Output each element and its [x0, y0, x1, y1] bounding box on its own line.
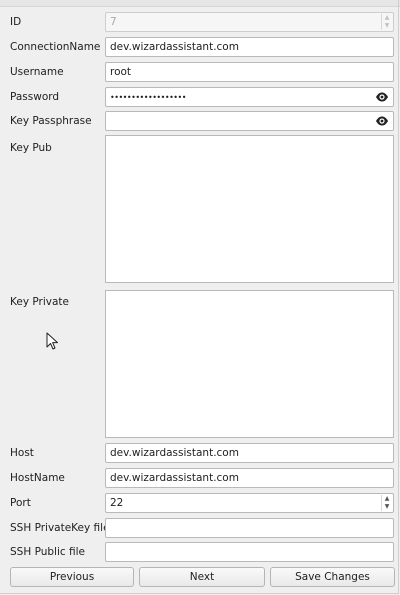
save-changes-button[interactable]: Save Changes — [270, 567, 395, 587]
ssh-public-file-input[interactable] — [105, 542, 394, 562]
password-label: Password — [10, 91, 60, 103]
host-label: Host — [10, 447, 34, 459]
host-name-label: HostName — [10, 472, 65, 484]
previous-button[interactable]: Previous — [10, 567, 134, 587]
username-input[interactable]: root — [105, 62, 394, 82]
username-label: Username — [10, 66, 64, 78]
id-spin-buttons: ▲ ▼ — [381, 14, 392, 30]
eye-icon[interactable] — [375, 91, 389, 103]
ssh-public-file-label: SSH Public file — [10, 546, 85, 558]
chevron-up-icon[interactable]: ▲ — [382, 495, 392, 503]
id-label: ID — [10, 16, 22, 28]
key-passphrase-input[interactable] — [105, 111, 394, 131]
key-passphrase-label: Key Passphrase — [10, 115, 92, 127]
chevron-down-icon: ▼ — [384, 22, 390, 29]
ssh-private-key-file-label: SSH PrivateKey file — [10, 522, 110, 534]
port-label: Port — [10, 497, 31, 509]
host-input[interactable]: dev.wizardassistant.com — [105, 443, 394, 463]
port-spin-buttons: ▲ ▼ — [381, 495, 392, 511]
key-pub-label: Key Pub — [10, 142, 52, 154]
connection-name-input[interactable]: dev.wizardassistant.com — [105, 37, 394, 57]
key-private-textarea[interactable] — [105, 290, 394, 438]
eye-icon[interactable] — [375, 115, 389, 127]
ssh-private-key-file-input[interactable] — [105, 518, 394, 538]
key-private-label: Key Private — [10, 296, 69, 308]
id-value: 7 — [110, 16, 117, 28]
chevron-down-icon[interactable]: ▼ — [382, 503, 392, 511]
host-name-input[interactable]: dev.wizardassistant.com — [105, 468, 394, 488]
next-button[interactable]: Next — [139, 567, 265, 587]
id-spinbox: 7 ▲ ▼ — [105, 12, 394, 32]
window-top-edge — [0, 0, 400, 7]
connection-name-label: ConnectionName — [10, 41, 101, 53]
port-spinbox[interactable]: 22 ▲ ▼ — [105, 493, 394, 513]
password-value: •••••••••••••••••• — [110, 93, 186, 102]
port-value: 22 — [110, 497, 124, 509]
password-input[interactable]: •••••••••••••••••• — [105, 87, 394, 107]
key-pub-textarea[interactable] — [105, 135, 394, 283]
chevron-up-icon: ▲ — [384, 14, 390, 21]
mouse-cursor-icon — [46, 332, 58, 350]
